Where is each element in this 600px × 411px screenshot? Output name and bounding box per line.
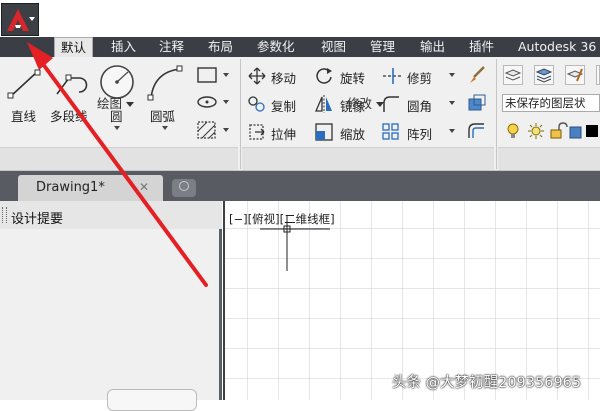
annotation-arrow: [27, 42, 208, 287]
watermark-text: 头条 @大梦初醒209356965: [392, 375, 582, 391]
